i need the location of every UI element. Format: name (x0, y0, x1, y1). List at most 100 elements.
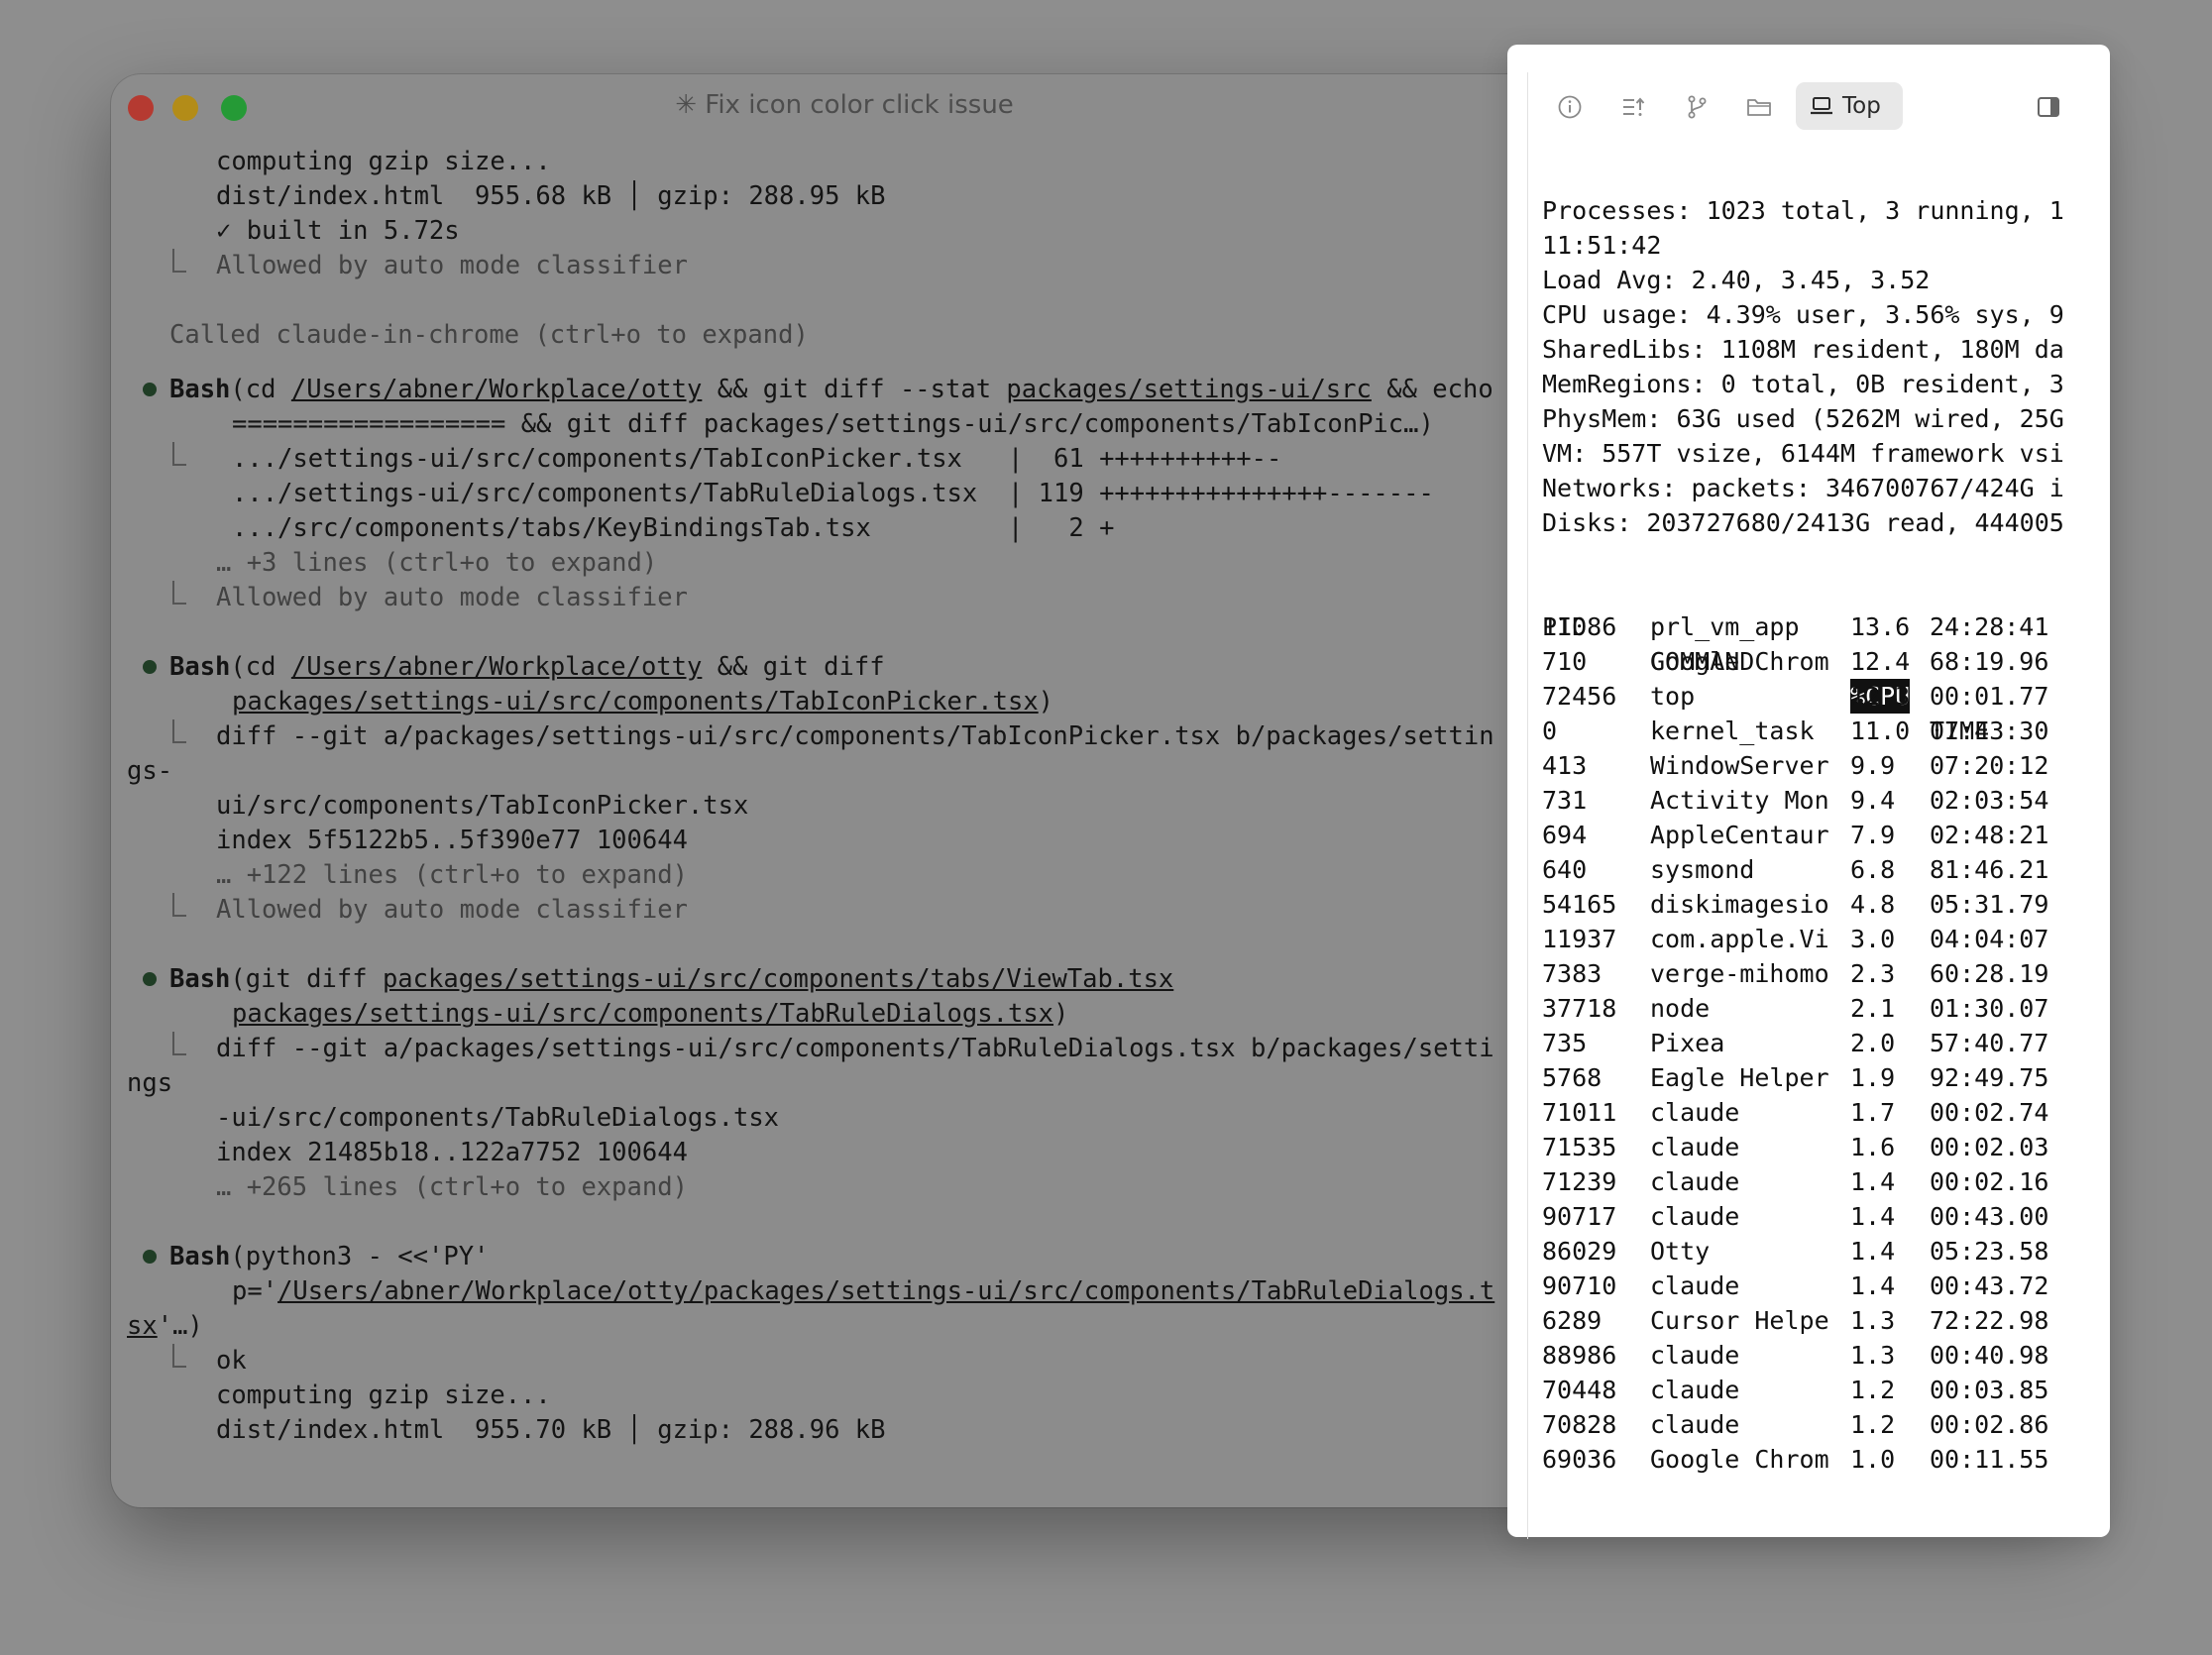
process-row: 11937 com.apple.Vi 3.0 04:04:07 (1542, 922, 2082, 956)
process-time: 57:40.77 (1930, 1029, 2049, 1057)
process-command: Pixea (1650, 1029, 1725, 1057)
process-command: Cursor Helpe (1650, 1306, 1829, 1335)
process-pid: 90710 (1542, 1271, 1617, 1300)
process-cpu: 9.4 (1850, 786, 1896, 815)
info-circle-icon[interactable] (1550, 87, 1590, 127)
tool-call-bullet (143, 972, 157, 986)
process-command: verge-mihomo (1650, 959, 1829, 988)
process-pid: 7383 (1542, 959, 1603, 988)
process-time: 00:40.98 (1930, 1341, 2049, 1370)
terminal-line: index 21485b18..122a7752 100644 (216, 1138, 688, 1167)
process-time: 00:02.74 (1930, 1098, 2049, 1127)
expand-hint[interactable]: … +3 lines (ctrl+o to expand) (216, 546, 657, 581)
path-link[interactable]: packages/settings-ui/src/components/tabs… (383, 964, 1173, 994)
process-cpu: 1.4 (1850, 1167, 1896, 1196)
text-segment: && git diff --stat (702, 375, 1007, 404)
top-output[interactable]: Processes: 1023 total, 3 running, 1 11:51… (1542, 193, 2082, 1482)
terminal-output[interactable]: computing gzip size... dist/index.html 9… (127, 145, 1613, 1492)
expand-hint[interactable]: … +122 lines (ctrl+o to expand) (216, 858, 688, 893)
process-cpu: 2.0 (1850, 1029, 1896, 1057)
process-pid: 0 (1542, 717, 1558, 745)
process-time: 02:48:21 (1930, 821, 2049, 849)
process-pid: 71011 (1542, 1098, 1617, 1127)
process-pid: 11937 (1542, 925, 1617, 953)
text-segment: '…) (157, 1311, 203, 1341)
summary-line: Networks: packets: 346700767/424G i (1542, 474, 2064, 502)
process-cpu: 13.6 (1850, 612, 1911, 641)
process-pid: 88986 (1542, 1341, 1617, 1370)
process-cpu: 1.2 (1850, 1376, 1896, 1404)
path-link[interactable]: /Users/abner/Workplace/otty (291, 652, 703, 682)
path-link[interactable]: packages/settings-ui/src (1006, 375, 1371, 404)
process-cpu: 2.3 (1850, 959, 1896, 988)
process-time: 60:28.19 (1930, 959, 2049, 988)
process-row: 731 Activity Mon 9.4 02:03:54 (1542, 783, 2082, 818)
path-link[interactable]: packages/settings-ui/src/components/TabI… (232, 687, 1039, 717)
process-pid: 54165 (1542, 890, 1617, 919)
process-time: 81:46.21 (1930, 855, 2049, 884)
process-cpu: 6.8 (1850, 855, 1896, 884)
process-row: 71011 claude 1.7 00:02.74 (1542, 1095, 2082, 1130)
process-time: 00:43.72 (1930, 1271, 2049, 1300)
terminal-line: .../settings-ui/src/components/TabIconPi… (232, 444, 1282, 474)
path-link[interactable]: packages/settings-ui/src/components/TabR… (232, 999, 1053, 1029)
process-pid: 69036 (1542, 1445, 1617, 1474)
terminal-line: dist/index.html 955.68 kB │ gzip: 288.95… (216, 181, 886, 211)
terminal-line: dist/index.html 955.70 kB │ gzip: 288.96… (216, 1415, 886, 1445)
summary-line: CPU usage: 4.39% user, 3.56% sys, 9 (1542, 300, 2064, 329)
terminal-line: .../src/components/tabs/KeyBindingsTab.t… (232, 513, 1115, 543)
process-pid: 694 (1542, 821, 1588, 849)
process-time: 24:28:41 (1930, 612, 2049, 641)
tool-call-line: Bash(python3 - <<'PY' (169, 1240, 489, 1274)
text-segment: ) (1053, 999, 1069, 1029)
process-time: 04:04:07 (1930, 925, 2049, 953)
process-row: 7383 verge-mihomo 2.3 60:28.19 (1542, 956, 2082, 991)
path-link[interactable]: sx (127, 1311, 158, 1341)
process-pid: 70828 (1542, 1410, 1617, 1439)
path-link[interactable]: /Users/abner/Workplace/otty/packages/set… (277, 1276, 1494, 1306)
tool-call-line: Bash(cd /Users/abner/Workplace/otty && g… (169, 373, 1493, 407)
terminal-line: ngs (127, 1068, 173, 1098)
terminal-line: Allowed by auto mode classifier (216, 583, 688, 612)
tree-elbow (172, 442, 186, 466)
terminal-line: Allowed by auto mode classifier (216, 895, 688, 925)
process-pid: 86029 (1542, 1237, 1617, 1266)
git-branch-icon[interactable] (1677, 87, 1716, 127)
sidebar-toggle-icon[interactable] (2036, 94, 2061, 124)
process-row: 90717 claude 1.4 00:43.00 (1542, 1199, 2082, 1234)
process-time: 00:43.00 (1930, 1202, 2049, 1231)
process-row: 6289 Cursor Helpe 1.3 72:22.98 (1542, 1303, 2082, 1338)
terminal-line: .../settings-ui/src/components/TabRuleDi… (232, 479, 1434, 508)
process-cpu: 7.9 (1850, 821, 1896, 849)
process-time: 68:19.96 (1930, 647, 2049, 676)
expand-hint[interactable]: … +265 lines (ctrl+o to expand) (216, 1170, 688, 1205)
process-pid: 5768 (1542, 1063, 1603, 1092)
terminal-line: ui/src/components/TabIconPicker.tsx (216, 791, 749, 821)
terminal-line: ✓ built in 5.72s (216, 216, 460, 246)
summary-line: 11:51:42 (1542, 231, 1662, 260)
tree-elbow (172, 719, 186, 743)
folder-icon[interactable] (1739, 87, 1779, 127)
tree-elbow (172, 581, 186, 605)
process-time: 07:20:12 (1930, 751, 2049, 780)
process-command: prl_vm_app (1650, 612, 1800, 641)
tab-top[interactable]: Top (1796, 82, 1903, 130)
process-time: 00:03.85 (1930, 1376, 2049, 1404)
terminal-line: computing gzip size... (216, 1380, 551, 1410)
tool-call-line: Bash(git diff packages/settings-ui/src/c… (169, 962, 1173, 997)
path-link[interactable]: /Users/abner/Workplace/otty (291, 375, 703, 404)
tool-call-bullet (143, 383, 157, 396)
process-time: 02:03:54 (1930, 786, 2049, 815)
process-command: claude (1650, 1098, 1740, 1127)
process-row: 71535 claude 1.6 00:02.03 (1542, 1130, 2082, 1164)
process-command: Google Chrom (1650, 647, 1829, 676)
process-cpu: 1.4 (1850, 1271, 1896, 1300)
process-command: claude (1650, 1271, 1740, 1300)
tab-top-label: Top (1842, 93, 1881, 119)
tool-name: Bash (169, 652, 231, 682)
process-table-header: PID COMMAND %CPU TIME (1542, 575, 2082, 745)
process-command: Activity Mon (1650, 786, 1829, 815)
list-sort-icon[interactable] (1613, 87, 1653, 127)
process-pid: 6289 (1542, 1306, 1603, 1335)
